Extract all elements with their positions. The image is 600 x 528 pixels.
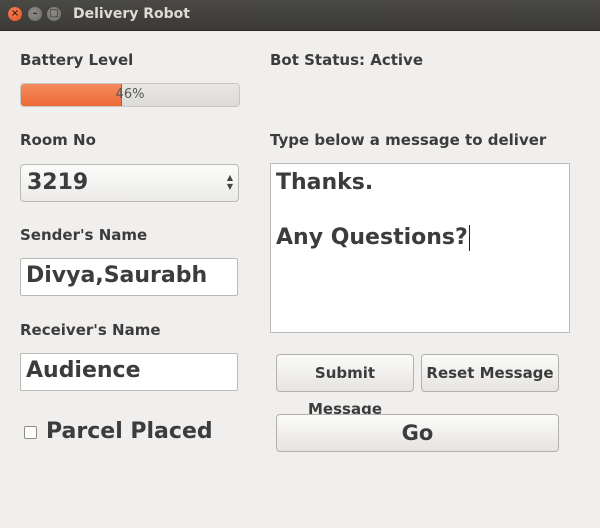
parcel-placed-checkbox[interactable] bbox=[24, 426, 37, 439]
title-bar: × – □ Delivery Robot bbox=[0, 0, 600, 31]
text-cursor bbox=[468, 225, 470, 251]
message-label: Type below a message to deliver bbox=[270, 131, 547, 149]
reset-message-button[interactable]: Reset Message bbox=[421, 354, 559, 392]
battery-progress-bar: 46% bbox=[20, 83, 240, 107]
receiver-name-input[interactable]: Audience bbox=[20, 353, 238, 391]
parcel-placed-label[interactable]: Parcel Placed bbox=[46, 419, 213, 444]
receiver-label: Receiver's Name bbox=[20, 321, 161, 339]
message-line-1: Thanks. bbox=[276, 170, 374, 195]
submit-message-button[interactable]: Submit Message bbox=[276, 354, 414, 418]
battery-percent-text: 46% bbox=[115, 87, 145, 102]
spin-arrows-icon[interactable]: ▲ ▼ bbox=[227, 173, 233, 191]
room-label: Room No bbox=[20, 131, 96, 149]
message-line-2-container: Any Questions? bbox=[276, 225, 470, 251]
receiver-name-value: Audience bbox=[26, 358, 141, 383]
message-textarea[interactable]: Thanks. Any Questions? bbox=[270, 163, 570, 333]
battery-label: Battery Level bbox=[20, 51, 134, 69]
sender-label: Sender's Name bbox=[20, 226, 148, 244]
room-number-value: 3219 bbox=[27, 170, 89, 195]
sender-name-value: Divya,Saurabh bbox=[26, 263, 208, 288]
room-number-spinbox[interactable]: 3219 ▲ ▼ bbox=[20, 164, 239, 202]
minimize-icon[interactable]: – bbox=[28, 7, 42, 21]
message-line-2: Any Questions? bbox=[276, 225, 468, 250]
close-icon[interactable]: × bbox=[8, 7, 22, 21]
bot-status: Bot Status: Active bbox=[270, 51, 423, 69]
window-title: Delivery Robot bbox=[73, 6, 190, 22]
maximize-icon[interactable]: □ bbox=[47, 7, 61, 21]
go-button[interactable]: Go bbox=[276, 414, 559, 452]
sender-name-input[interactable]: Divya,Saurabh bbox=[20, 258, 238, 296]
